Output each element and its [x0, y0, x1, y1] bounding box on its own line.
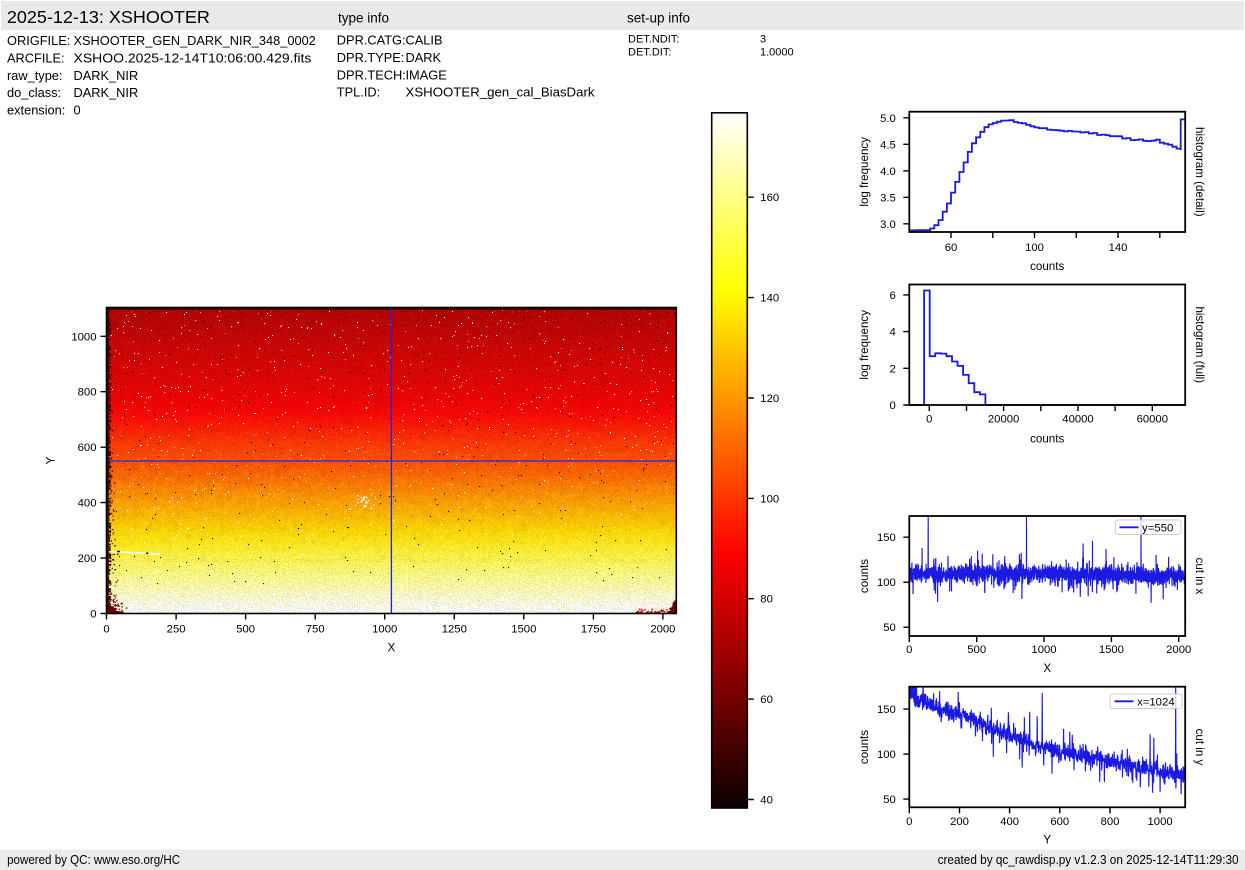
- svg-text:created by qc_rawdisp.py v1.2.: created by qc_rawdisp.py v1.2.3 on 2025-…: [938, 853, 1239, 867]
- svg-text:XSHOOTER_gen_cal_BiasDark: XSHOOTER_gen_cal_BiasDark: [406, 85, 596, 100]
- svg-text:5.0: 5.0: [880, 113, 896, 125]
- svg-text:50: 50: [883, 794, 896, 806]
- svg-text:DARK: DARK: [406, 50, 442, 65]
- svg-text:2000: 2000: [650, 624, 675, 636]
- svg-text:1250: 1250: [442, 624, 467, 636]
- svg-text:raw_type:: raw_type:: [7, 68, 62, 83]
- svg-text:Y: Y: [1043, 834, 1051, 847]
- svg-text:X: X: [1043, 662, 1051, 675]
- svg-text:1500: 1500: [511, 624, 536, 636]
- svg-text:140: 140: [1109, 242, 1128, 254]
- svg-text:0: 0: [926, 413, 932, 425]
- svg-text:100: 100: [877, 749, 896, 761]
- svg-text:0: 0: [90, 609, 96, 621]
- svg-text:250: 250: [167, 624, 186, 636]
- svg-text:120: 120: [760, 393, 779, 405]
- svg-text:600: 600: [78, 442, 97, 454]
- svg-text:40: 40: [760, 795, 773, 807]
- svg-text:60: 60: [945, 242, 958, 254]
- svg-text:Y: Y: [45, 456, 58, 464]
- svg-text:0: 0: [103, 624, 109, 636]
- svg-text:counts: counts: [858, 730, 871, 764]
- svg-text:3.5: 3.5: [880, 192, 896, 204]
- svg-text:800: 800: [78, 387, 97, 399]
- svg-text:2025-12-13: XSHOOTER: 2025-12-13: XSHOOTER: [7, 7, 210, 27]
- svg-text:100: 100: [760, 493, 779, 505]
- svg-text:50: 50: [883, 622, 896, 634]
- svg-text:XSHOO.2025-12-14T10:06:00.429.: XSHOO.2025-12-14T10:06:00.429.fits: [74, 50, 312, 65]
- svg-text:x=1024: x=1024: [1137, 696, 1175, 708]
- svg-text:6: 6: [890, 290, 896, 302]
- svg-text:800: 800: [1101, 816, 1120, 828]
- svg-text:DPR.TECH:: DPR.TECH:: [337, 67, 406, 82]
- svg-text:type info: type info: [338, 11, 389, 26]
- svg-text:IMAGE: IMAGE: [406, 67, 447, 82]
- svg-text:1000: 1000: [71, 331, 96, 343]
- svg-text:100: 100: [877, 577, 896, 589]
- svg-text:counts: counts: [858, 559, 871, 593]
- svg-text:4: 4: [890, 327, 896, 339]
- svg-text:2000: 2000: [1166, 644, 1191, 656]
- svg-text:0: 0: [890, 400, 896, 412]
- svg-text:counts: counts: [1030, 260, 1064, 273]
- svg-text:do_class:: do_class:: [7, 85, 61, 100]
- svg-text:160: 160: [760, 192, 779, 204]
- svg-text:y=550: y=550: [1142, 522, 1173, 534]
- svg-text:4.0: 4.0: [880, 166, 896, 178]
- svg-text:ARCFILE:: ARCFILE:: [7, 50, 65, 65]
- svg-text:80: 80: [760, 594, 773, 606]
- svg-text:1.0000: 1.0000: [760, 47, 794, 59]
- svg-text:DPR.TYPE:: DPR.TYPE:: [337, 50, 405, 65]
- svg-text:CALIB: CALIB: [406, 33, 443, 48]
- svg-text:200: 200: [78, 553, 97, 565]
- svg-text:200: 200: [950, 816, 969, 828]
- svg-text:1500: 1500: [1099, 644, 1124, 656]
- svg-text:cut in y: cut in y: [1193, 729, 1206, 766]
- svg-text:150: 150: [877, 532, 896, 544]
- svg-text:powered by QC: www.eso.org/HC: powered by QC: www.eso.org/HC: [7, 853, 180, 867]
- svg-text:600: 600: [1050, 816, 1069, 828]
- svg-text:4.5: 4.5: [880, 139, 896, 151]
- svg-text:3: 3: [760, 34, 766, 46]
- svg-text:140: 140: [760, 293, 779, 305]
- svg-text:XSHOOTER_GEN_DARK_NIR_348_0002: XSHOOTER_GEN_DARK_NIR_348_0002: [74, 33, 316, 48]
- svg-text:0: 0: [74, 103, 81, 118]
- svg-text:DARK_NIR: DARK_NIR: [74, 85, 139, 100]
- svg-text:60: 60: [760, 694, 773, 706]
- svg-text:1750: 1750: [581, 624, 606, 636]
- svg-text:X: X: [388, 642, 396, 655]
- svg-text:20000: 20000: [988, 413, 1019, 425]
- svg-text:histogram (detail): histogram (detail): [1193, 127, 1206, 217]
- svg-text:0: 0: [906, 644, 912, 656]
- svg-text:1000: 1000: [1031, 644, 1056, 656]
- svg-text:400: 400: [1000, 816, 1019, 828]
- svg-text:histogram (full): histogram (full): [1193, 306, 1206, 383]
- svg-text:log frequency: log frequency: [858, 137, 871, 207]
- svg-text:set-up info: set-up info: [627, 11, 690, 26]
- svg-text:750: 750: [306, 624, 325, 636]
- svg-text:40000: 40000: [1062, 413, 1093, 425]
- svg-text:3.0: 3.0: [880, 219, 896, 231]
- svg-text:0: 0: [906, 816, 912, 828]
- svg-text:500: 500: [967, 644, 986, 656]
- svg-text:60000: 60000: [1137, 413, 1168, 425]
- svg-text:500: 500: [236, 624, 255, 636]
- svg-text:400: 400: [78, 498, 97, 510]
- svg-text:DET.DIT:: DET.DIT:: [628, 47, 671, 59]
- svg-text:DARK_NIR: DARK_NIR: [74, 68, 139, 83]
- svg-text:1000: 1000: [1148, 816, 1173, 828]
- svg-text:DPR.CATG:: DPR.CATG:: [337, 33, 406, 48]
- svg-text:log frequency: log frequency: [858, 310, 871, 380]
- svg-text:2: 2: [890, 363, 896, 375]
- svg-text:100: 100: [1025, 242, 1044, 254]
- svg-text:TPL.ID:: TPL.ID:: [337, 85, 380, 100]
- svg-text:1000: 1000: [372, 624, 397, 636]
- svg-text:DET.NDIT:: DET.NDIT:: [628, 34, 679, 46]
- svg-text:cut in x: cut in x: [1193, 558, 1206, 595]
- svg-text:150: 150: [877, 704, 896, 716]
- svg-text:extension:: extension:: [7, 103, 65, 118]
- svg-text:ORIGFILE:: ORIGFILE:: [7, 33, 70, 48]
- svg-text:counts: counts: [1030, 433, 1064, 446]
